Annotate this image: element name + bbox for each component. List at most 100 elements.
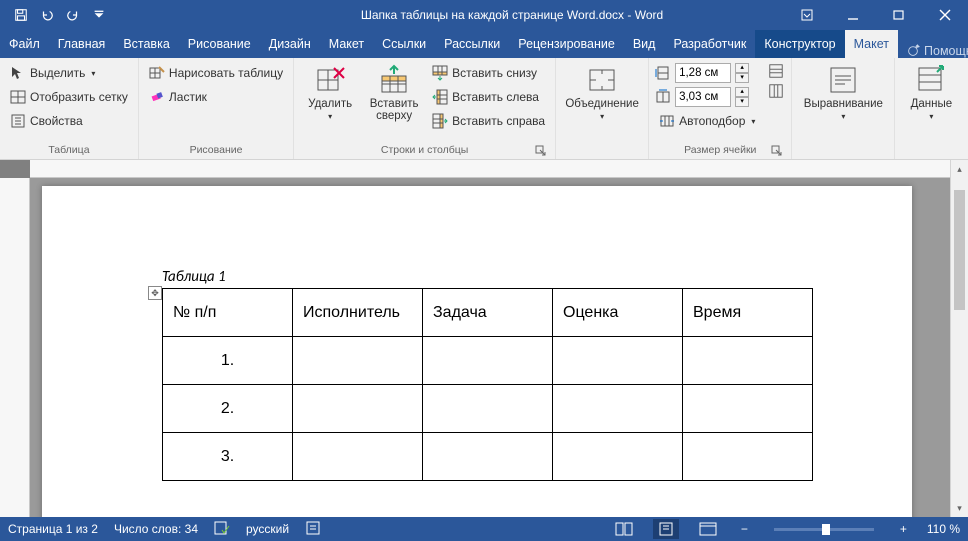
select-button[interactable]: Выделить▾ bbox=[6, 62, 132, 84]
document-canvas[interactable]: Таблица 1 ✥ № п/п Исполнитель Задача Оце… bbox=[30, 178, 950, 517]
document-title: Шапка таблицы на каждой странице Word.do… bbox=[240, 8, 784, 22]
zoom-out-button[interactable]: − bbox=[737, 522, 752, 536]
zoom-slider-knob[interactable] bbox=[822, 524, 830, 535]
tab-layout[interactable]: Макет bbox=[320, 30, 373, 58]
width-down[interactable]: ▾ bbox=[735, 97, 749, 107]
table-caption[interactable]: Таблица 1 bbox=[162, 268, 226, 286]
group-alignment: Выравнивание▾ bbox=[792, 58, 895, 159]
insert-right-button[interactable]: Вставить справа bbox=[428, 110, 549, 132]
group-alignment-label bbox=[798, 154, 888, 159]
quick-access-toolbar bbox=[0, 2, 240, 28]
document-area: Таблица 1 ✥ № п/п Исполнитель Задача Оце… bbox=[0, 160, 950, 517]
tab-view[interactable]: Вид bbox=[624, 30, 665, 58]
properties-button[interactable]: Свойства bbox=[6, 110, 132, 132]
table-header-cell[interactable]: Оценка bbox=[553, 289, 683, 337]
tab-references[interactable]: Ссылки bbox=[373, 30, 435, 58]
group-table: Выделить▾ Отобразить сетку Свойства Табл… bbox=[0, 58, 139, 159]
zoom-slider[interactable] bbox=[774, 528, 874, 531]
group-table-label: Таблица bbox=[6, 142, 132, 159]
group-merge-label bbox=[562, 154, 642, 159]
dialog-launcher-icon[interactable] bbox=[771, 145, 783, 157]
page-indicator[interactable]: Страница 1 из 2 bbox=[8, 522, 98, 536]
table-row: 3. bbox=[163, 433, 813, 481]
tab-draw[interactable]: Рисование bbox=[179, 30, 260, 58]
data-button[interactable]: Данные▾ bbox=[901, 62, 961, 125]
row-height-input[interactable] bbox=[675, 63, 731, 83]
insert-left-button[interactable]: Вставить слева bbox=[428, 86, 549, 108]
tab-home[interactable]: Главная bbox=[49, 30, 115, 58]
merge-button[interactable]: Объединение▾ bbox=[562, 62, 642, 125]
insert-above-button[interactable]: Вставить сверху bbox=[364, 62, 424, 124]
tab-file[interactable]: Файл bbox=[0, 30, 49, 58]
read-mode-button[interactable] bbox=[611, 519, 637, 539]
redo-button[interactable] bbox=[60, 2, 86, 28]
tab-table-layout[interactable]: Макет bbox=[845, 30, 898, 58]
status-bar: Страница 1 из 2 Число слов: 34 русский −… bbox=[0, 517, 968, 541]
table-header-cell[interactable]: Задача bbox=[423, 289, 553, 337]
group-rows-cols-label: Строки и столбцы bbox=[300, 142, 549, 159]
draw-table-button[interactable]: Нарисовать таблицу bbox=[145, 62, 287, 84]
width-up[interactable]: ▴ bbox=[735, 87, 749, 97]
row-height-spin[interactable]: ▴▾ bbox=[655, 62, 759, 84]
table-row: 1. bbox=[163, 337, 813, 385]
ribbon-options-button[interactable] bbox=[784, 0, 830, 30]
web-layout-button[interactable] bbox=[695, 519, 721, 539]
word-count[interactable]: Число слов: 34 bbox=[114, 522, 198, 536]
col-width-input[interactable] bbox=[675, 87, 731, 107]
tell-me-label: Помощн bbox=[924, 44, 968, 58]
zoom-level[interactable]: 110 % bbox=[927, 522, 960, 536]
qat-customize-button[interactable] bbox=[86, 2, 112, 28]
scroll-down-icon[interactable]: ▾ bbox=[951, 499, 968, 517]
eraser-button[interactable]: Ластик bbox=[145, 86, 287, 108]
tell-me[interactable]: Помощн bbox=[898, 44, 968, 58]
tab-design[interactable]: Дизайн bbox=[260, 30, 320, 58]
horizontal-ruler[interactable] bbox=[30, 160, 950, 178]
table-header-cell[interactable]: № п/п bbox=[163, 289, 293, 337]
group-draw-label: Рисование bbox=[145, 142, 287, 159]
scroll-thumb[interactable] bbox=[954, 190, 965, 310]
group-cell-size: ▴▾ ▴▾ Автоподбор▾ Размер ячейки bbox=[649, 58, 792, 159]
insert-below-button[interactable]: Вставить снизу bbox=[428, 62, 549, 84]
close-button[interactable] bbox=[922, 0, 968, 30]
table-header-cell[interactable]: Исполнитель bbox=[293, 289, 423, 337]
table-move-handle-icon[interactable]: ✥ bbox=[148, 286, 162, 300]
vertical-ruler[interactable] bbox=[0, 178, 30, 517]
language-indicator[interactable]: русский bbox=[246, 522, 289, 536]
tab-review[interactable]: Рецензирование bbox=[509, 30, 624, 58]
col-width-spin[interactable]: ▴▾ bbox=[655, 86, 759, 108]
height-down[interactable]: ▾ bbox=[735, 73, 749, 83]
height-up[interactable]: ▴ bbox=[735, 63, 749, 73]
dialog-launcher-icon[interactable] bbox=[535, 145, 547, 157]
distribute-rows-button[interactable] bbox=[767, 62, 785, 80]
print-layout-button[interactable] bbox=[653, 519, 679, 539]
undo-button[interactable] bbox=[34, 2, 60, 28]
tab-developer[interactable]: Разработчик bbox=[664, 30, 755, 58]
alignment-button[interactable]: Выравнивание▾ bbox=[798, 62, 888, 125]
tab-insert[interactable]: Вставка bbox=[114, 30, 178, 58]
view-gridlines-button[interactable]: Отобразить сетку bbox=[6, 86, 132, 108]
group-data: Данные▾ bbox=[895, 58, 967, 159]
group-data-label bbox=[901, 154, 961, 159]
group-cell-size-label: Размер ячейки bbox=[655, 142, 785, 159]
maximize-button[interactable] bbox=[876, 0, 922, 30]
group-rows-cols: Удалить▾ Вставить сверху Вставить снизу … bbox=[294, 58, 556, 159]
scroll-up-icon[interactable]: ▴ bbox=[951, 160, 968, 178]
save-button[interactable] bbox=[8, 2, 34, 28]
spell-check-icon[interactable] bbox=[214, 520, 230, 539]
page[interactable]: Таблица 1 ✥ № п/п Исполнитель Задача Оце… bbox=[42, 186, 912, 517]
group-merge: Объединение▾ bbox=[556, 58, 649, 159]
zoom-in-button[interactable]: + bbox=[896, 522, 911, 536]
table-header-cell[interactable]: Время bbox=[683, 289, 813, 337]
autofit-button[interactable]: Автоподбор▾ bbox=[655, 110, 759, 132]
distribute-cols-button[interactable] bbox=[767, 82, 785, 100]
vertical-scrollbar[interactable]: ▴ ▾ bbox=[950, 160, 968, 517]
accessibility-icon[interactable] bbox=[305, 520, 321, 539]
window-controls bbox=[784, 0, 968, 30]
minimize-button[interactable] bbox=[830, 0, 876, 30]
delete-button[interactable]: Удалить▾ bbox=[300, 62, 360, 125]
document-table[interactable]: № п/п Исполнитель Задача Оценка Время 1.… bbox=[162, 288, 813, 481]
title-bar: Шапка таблицы на каждой странице Word.do… bbox=[0, 0, 968, 30]
group-draw: Нарисовать таблицу Ластик Рисование bbox=[139, 58, 294, 159]
tab-table-design[interactable]: Конструктор bbox=[755, 30, 844, 58]
tab-mailings[interactable]: Рассылки bbox=[435, 30, 509, 58]
